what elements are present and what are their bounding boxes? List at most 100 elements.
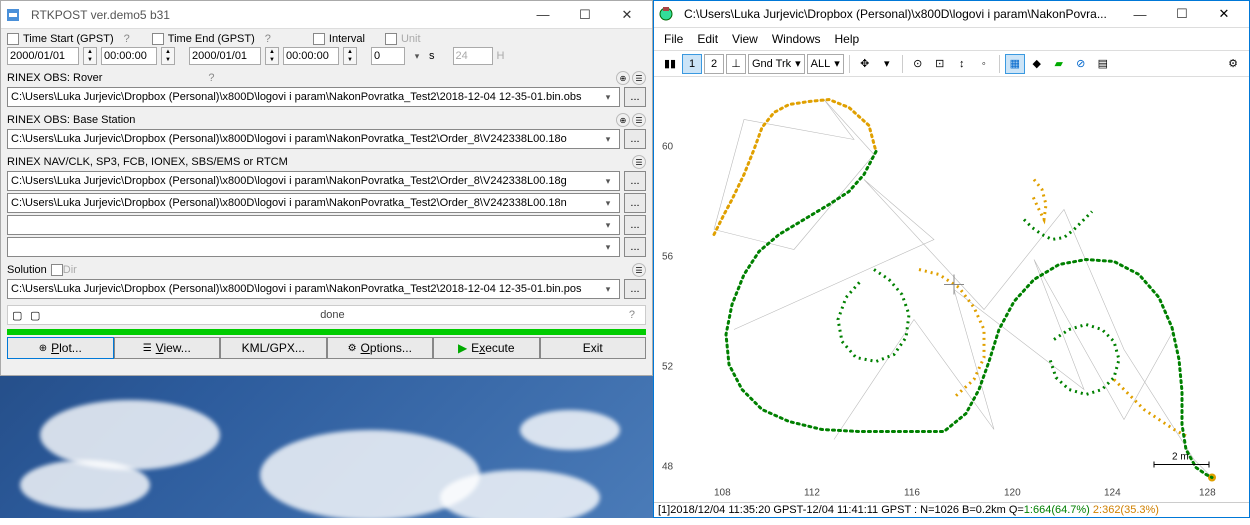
view-button[interactable]: ☰View... [114,337,221,359]
time-end-date[interactable]: 2000/01/01 [189,47,261,65]
close-button[interactable]: ✕ [1203,1,1245,27]
chevron-down-icon[interactable]: ▾ [600,134,616,145]
spinner[interactable]: ▲▼ [161,47,175,65]
chevron-down-icon[interactable]: ▾ [600,242,616,253]
unit-input[interactable]: 24 [453,47,493,65]
browse-button[interactable]: ... [624,171,646,191]
interval-label: Interval [329,33,365,45]
nav-path-4[interactable]: ▾ [7,237,620,257]
solution-path[interactable]: C:\Users\Luka Jurjevic\Dropbox (Personal… [7,279,620,299]
swap-icon[interactable]: ⊕ [616,71,630,85]
browse-button[interactable]: ... [624,87,646,107]
browse-button[interactable]: ... [624,237,646,257]
unit-unit: H [497,50,505,62]
dir-label: Dir [63,264,77,276]
nav-path-3[interactable]: ▾ [7,215,620,235]
close-button[interactable]: ✕ [606,2,648,28]
center-origin-icon[interactable]: ⊙ [908,54,928,74]
time-start-checkbox[interactable] [7,33,19,45]
chevron-down-icon[interactable]: ▾ [409,51,425,62]
minimize-button[interactable]: — [1119,1,1161,27]
view-icon[interactable]: ☰ [632,71,646,85]
mode-1-button[interactable]: 1 [682,54,702,74]
time-end-time[interactable]: 00:00:00 [283,47,339,65]
rover-path-input[interactable]: C:\Users\Luka Jurjevic\Dropbox (Personal… [7,87,620,107]
base-path-input[interactable]: C:\Users\Luka Jurjevic\Dropbox (Personal… [7,129,620,149]
view-combo[interactable]: Gnd Trk▾ [748,54,805,74]
menu-edit[interactable]: Edit [697,32,718,46]
chevron-down-icon[interactable]: ▾ [600,284,616,295]
fix-vert-icon[interactable]: ↕ [952,54,972,74]
pause-icon[interactable]: ▮▮ [660,54,680,74]
interval-checkbox[interactable] [313,33,325,45]
menu-file[interactable]: File [664,32,683,46]
mode-2-button[interactable]: 2 [704,54,724,74]
fix-horiz-icon[interactable]: ◦ [974,54,994,74]
mode-3-button[interactable]: ⊥ [726,54,746,74]
help-icon[interactable]: ? [118,33,136,45]
chevron-down-icon: ▾ [795,57,801,70]
grid-icon[interactable]: ▦ [1005,54,1025,74]
view-icon[interactable]: ☰ [632,113,646,127]
center-track-icon[interactable]: ⊡ [930,54,950,74]
help-icon[interactable]: ? [202,72,220,84]
browse-button[interactable]: ... [624,215,646,235]
sat-combo[interactable]: ALL▾ [807,54,844,74]
y-tick: 60 [662,142,674,153]
dropdown-icon[interactable]: ▾ [877,54,897,74]
time-end-label: Time End (GPST) [168,33,255,45]
time-start-time[interactable]: 00:00:00 [101,47,157,65]
fit-icon[interactable]: ✥ [855,54,875,74]
status-bar: [1]2018/12/04 11:35:20 GPST-12/04 11:41:… [654,502,1249,517]
y-tick: 56 [662,252,674,263]
minimize-button[interactable]: — [522,2,564,28]
execute-button[interactable]: ▶Execute [433,337,540,359]
ge-icon[interactable]: ▤ [1093,54,1113,74]
options-button[interactable]: ⚙Options... [327,337,434,359]
spinner[interactable]: ▲▼ [83,47,97,65]
plot-opt-icon[interactable]: ◆ [1027,54,1047,74]
time-start-label: Time Start (GPST) [23,33,114,45]
time-end-checkbox[interactable] [152,33,164,45]
scale-label: 2 m [1172,452,1189,463]
kml-button[interactable]: KML/GPX... [220,337,327,359]
swap-icon[interactable]: ⊕ [616,113,630,127]
chevron-down-icon: ▾ [834,57,840,70]
view-icon[interactable]: ☰ [632,155,646,169]
plot-area[interactable]: 60 56 52 48 108 112 116 120 124 128 [654,77,1249,502]
menu-help[interactable]: Help [835,32,860,46]
exit-button[interactable]: Exit [540,337,647,359]
spinner[interactable]: ▲▼ [265,47,279,65]
maximize-button[interactable]: ☐ [564,2,606,28]
menu-windows[interactable]: Windows [772,32,821,46]
browse-button[interactable]: ... [624,129,646,149]
view-icon[interactable]: ☰ [632,263,646,277]
chevron-down-icon[interactable]: ▾ [600,198,616,209]
y-tick: 52 [662,362,674,373]
unit-checkbox[interactable] [385,33,397,45]
nav-path-2[interactable]: C:\Users\Luka Jurjevic\Dropbox (Personal… [7,193,620,213]
app-icon [5,7,21,23]
chevron-down-icon[interactable]: ▾ [600,176,616,187]
plot-button[interactable]: ⊕PPlot...lot... [7,337,114,359]
nav-path-1[interactable]: C:\Users\Luka Jurjevic\Dropbox (Personal… [7,171,620,191]
globe-icon[interactable]: ⊘ [1071,54,1091,74]
progress-bar [7,329,646,335]
browse-button[interactable]: ... [624,279,646,299]
spinner[interactable]: ▲▼ [343,47,357,65]
chevron-down-icon[interactable]: ▾ [600,92,616,103]
help-icon[interactable]: ? [623,309,641,321]
maximize-button[interactable]: ☐ [1161,1,1203,27]
map-icon[interactable]: ▰ [1049,54,1069,74]
window-title-left: RTKPOST ver.demo5 b31 [25,8,522,22]
help-icon[interactable]: ? [259,33,277,45]
dir-checkbox[interactable] [51,264,63,276]
x-tick: 112 [804,488,820,499]
menubar: File Edit View Windows Help [654,28,1249,51]
time-start-date[interactable]: 2000/01/01 [7,47,79,65]
settings-icon[interactable]: ⚙ [1223,54,1243,74]
browse-button[interactable]: ... [624,193,646,213]
menu-view[interactable]: View [732,32,758,46]
interval-input[interactable]: 0 [371,47,405,65]
chevron-down-icon[interactable]: ▾ [600,220,616,231]
